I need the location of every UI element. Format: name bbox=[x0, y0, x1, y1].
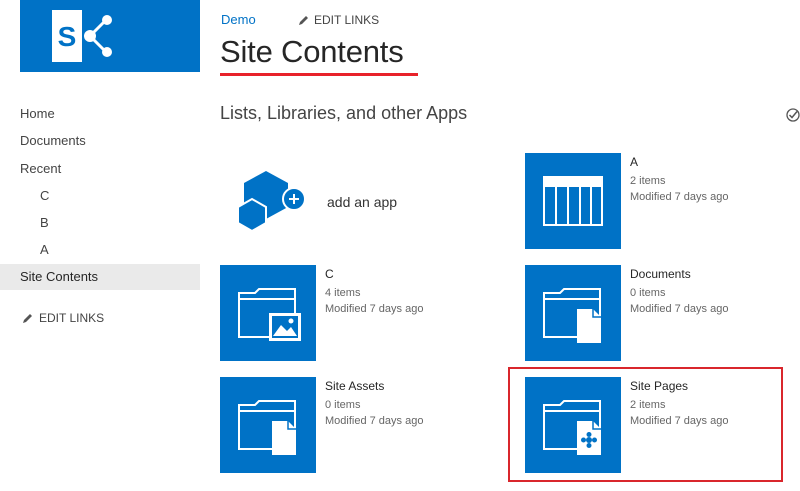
breadcrumb-demo[interactable]: Demo bbox=[221, 12, 256, 27]
add-app-icon bbox=[237, 171, 306, 233]
app-tile-site-assets[interactable]: Site Assets 0 items Modified 7 days ago bbox=[220, 377, 510, 473]
nav-item-recent-a[interactable]: A bbox=[0, 237, 200, 263]
tile-name[interactable]: Documents bbox=[630, 267, 691, 281]
page-title: Site Contents bbox=[220, 34, 404, 69]
sharepoint-icon: S bbox=[52, 10, 112, 62]
nav-item-site-contents[interactable]: Site Contents bbox=[0, 264, 200, 290]
nav-item-recent-c[interactable]: C bbox=[0, 183, 200, 209]
pencil-icon bbox=[299, 15, 308, 25]
checkmark-icon[interactable] bbox=[786, 108, 800, 122]
nav-item-recent[interactable]: Recent bbox=[0, 156, 200, 182]
nav-item-documents[interactable]: Documents bbox=[0, 128, 200, 154]
svg-text:S: S bbox=[58, 21, 77, 52]
nav-edit-links[interactable]: EDIT LINKS bbox=[22, 311, 104, 325]
sharepoint-logo[interactable]: S bbox=[20, 0, 200, 72]
tile-item-count: 0 items bbox=[325, 399, 361, 411]
tile-item-count: 0 items bbox=[630, 287, 666, 299]
nav-edit-links-label: EDIT LINKS bbox=[39, 311, 105, 325]
section-heading: Lists, Libraries, and other Apps bbox=[220, 103, 468, 123]
add-app-label: add an app bbox=[327, 194, 398, 210]
document-library-icon bbox=[525, 265, 621, 361]
top-edit-links-label: EDIT LINKS bbox=[314, 13, 380, 27]
tile-item-count: 4 items bbox=[325, 287, 361, 299]
tile-item-count: 2 items bbox=[630, 175, 666, 187]
tile-name[interactable]: Site Assets bbox=[325, 379, 384, 393]
picture-library-icon bbox=[220, 265, 316, 361]
nav-item-home[interactable]: Home bbox=[0, 101, 200, 127]
tile-name[interactable]: A bbox=[630, 155, 638, 169]
tile-modified: Modified 7 days ago bbox=[630, 303, 729, 315]
title-underline bbox=[220, 73, 418, 76]
add-app-tile[interactable]: add an app bbox=[220, 153, 510, 249]
document-library-icon bbox=[220, 377, 316, 473]
highlight-box bbox=[508, 367, 783, 482]
tile-name[interactable]: C bbox=[325, 267, 334, 281]
top-edit-links[interactable]: EDIT LINKS bbox=[298, 13, 379, 27]
tile-modified: Modified 7 days ago bbox=[325, 415, 424, 427]
app-tile-c[interactable]: C 4 items Modified 7 days ago bbox=[220, 265, 510, 361]
pencil-icon bbox=[23, 313, 32, 323]
list-icon bbox=[525, 153, 621, 249]
tile-modified: Modified 7 days ago bbox=[630, 191, 729, 203]
tile-modified: Modified 7 days ago bbox=[325, 303, 424, 315]
app-tile-a[interactable]: A 2 items Modified 7 days ago bbox=[525, 153, 800, 249]
nav-item-recent-b[interactable]: B bbox=[0, 210, 200, 236]
app-tile-documents[interactable]: Documents 0 items Modified 7 days ago bbox=[525, 265, 800, 361]
